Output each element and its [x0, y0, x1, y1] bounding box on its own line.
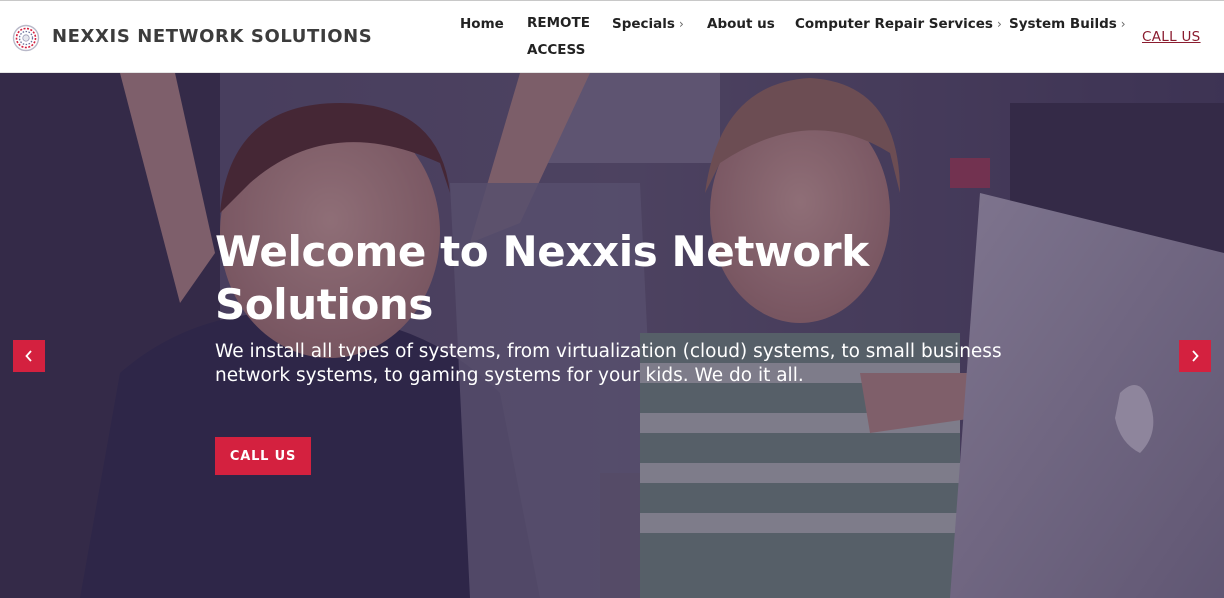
nav-builds-label: System Builds	[1009, 16, 1117, 32]
nav-call-us-link[interactable]: CALL US	[1142, 29, 1201, 45]
chevron-right-icon	[1192, 350, 1199, 362]
hero-subtitle: We install all types of systems, from vi…	[215, 341, 1002, 386]
chevron-left-icon	[25, 350, 32, 362]
hero-slider: Welcome to Nexxis Network Solutions We i…	[0, 73, 1224, 598]
circular-logo-icon[interactable]	[12, 24, 40, 52]
nav-specials[interactable]: Specials ›	[612, 15, 684, 33]
nav-remote-line1: REMOTE	[527, 15, 590, 31]
nav-about[interactable]: About us	[707, 15, 775, 33]
nav-home[interactable]: Home	[460, 15, 504, 33]
hero-title: Welcome to Nexxis Network Solutions	[215, 227, 869, 329]
nav-specials-label: Specials	[612, 16, 675, 32]
nav-remote-access[interactable]: REMOTE ACCESS	[527, 10, 590, 64]
nav-repair-services[interactable]: Computer Repair Services ›	[795, 15, 1002, 33]
site-header: NEXXIS NETWORK SOLUTIONS Home REMOTE ACC…	[0, 0, 1224, 73]
nav-system-builds[interactable]: System Builds ›	[1009, 15, 1126, 33]
chevron-right-icon: ›	[678, 17, 684, 31]
slider-prev-button[interactable]	[13, 340, 45, 372]
site-brand-title[interactable]: NEXXIS NETWORK SOLUTIONS	[52, 26, 372, 47]
nav-repair-label: Computer Repair Services	[795, 16, 993, 32]
hero-overlay	[0, 73, 1224, 598]
chevron-right-icon: ›	[996, 17, 1002, 31]
nav-remote-line2: ACCESS	[527, 42, 586, 58]
slider-next-button[interactable]	[1179, 340, 1211, 372]
chevron-right-icon: ›	[1120, 17, 1126, 31]
hero-call-us-button[interactable]: CALL US	[215, 437, 311, 475]
